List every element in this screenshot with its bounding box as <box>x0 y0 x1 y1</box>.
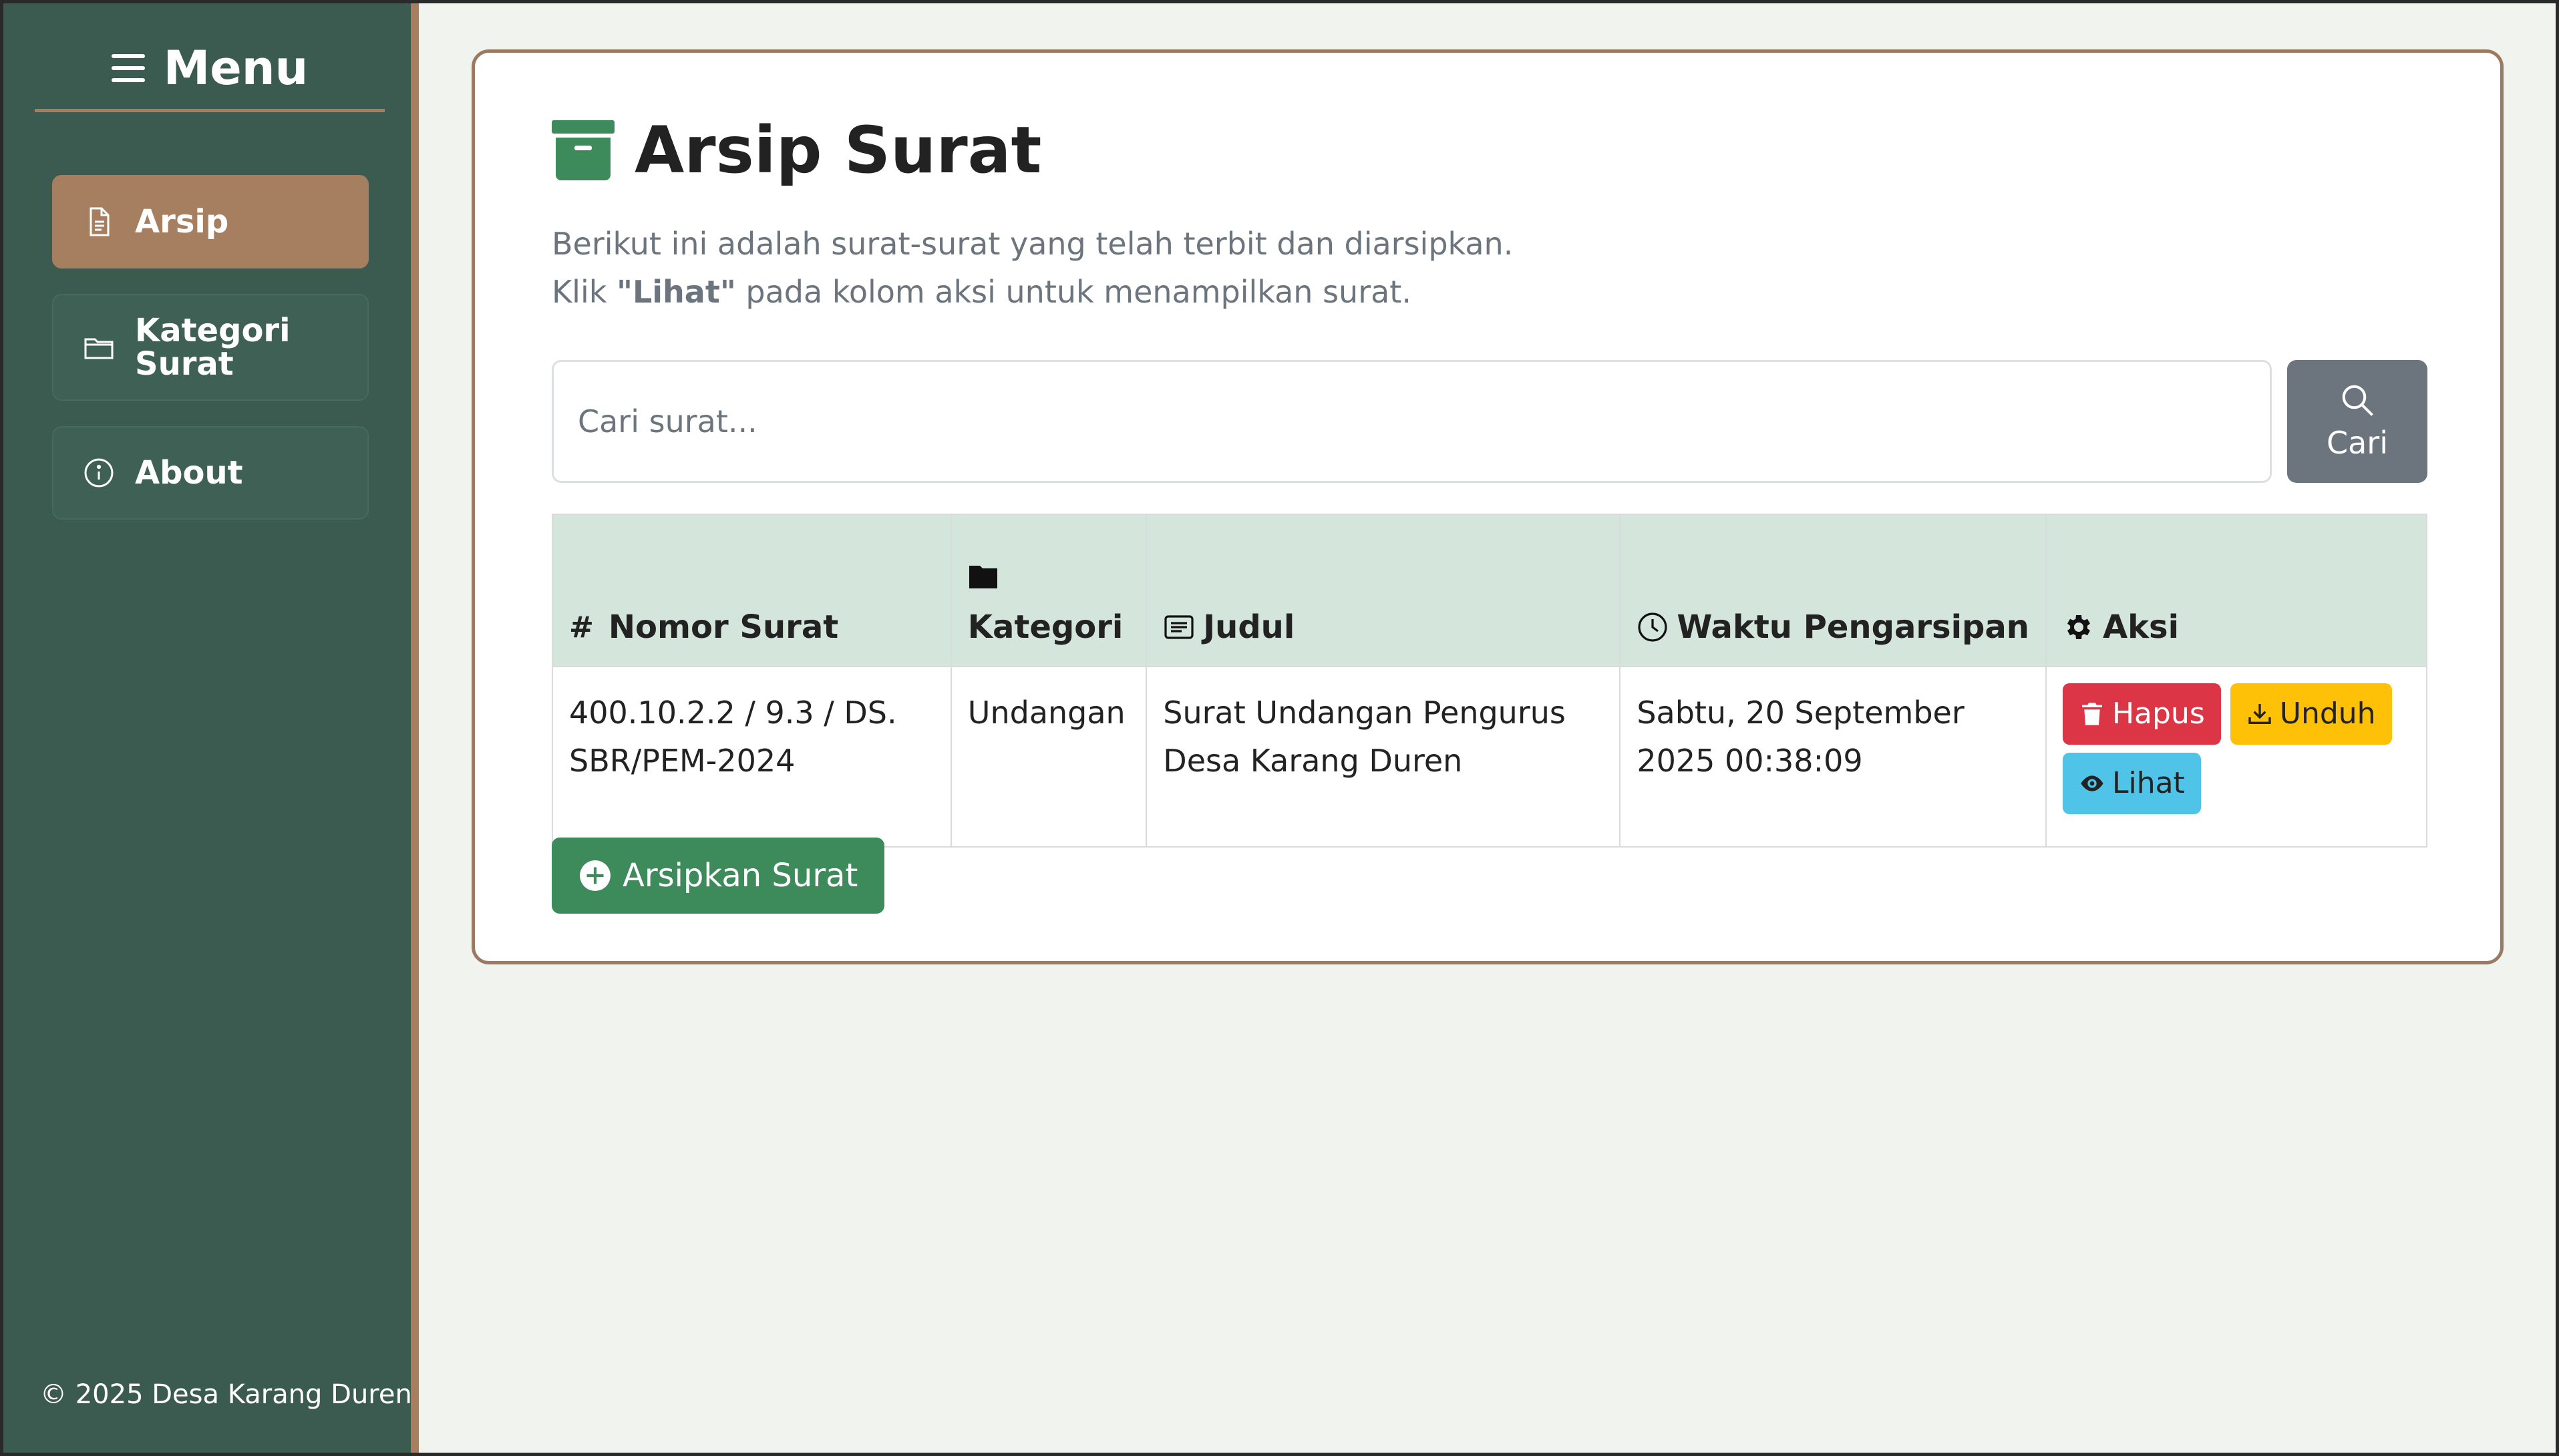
trash-icon <box>2081 703 2102 725</box>
hash-icon: # <box>569 610 594 645</box>
column-header-waktu: Waktu Pengarsipan <box>1619 514 2047 667</box>
view-button-label: Lihat <box>2111 766 2185 800</box>
column-header-nomor: # Nomor Surat <box>552 514 952 667</box>
eye-icon <box>2081 775 2103 791</box>
column-label: Nomor Surat <box>608 608 839 646</box>
plus-circle-icon <box>580 860 611 891</box>
cell-aksi: Hapus Unduh Lihat <box>2045 666 2428 848</box>
document-icon <box>90 207 110 236</box>
sidebar-item-label: Arsip <box>135 203 229 240</box>
archive-table: # Nomor Surat Kategori Judul Waktu Penga… <box>552 514 2428 848</box>
page-heading: Arsip Surat <box>552 113 1041 188</box>
sidebar-title: Menu <box>163 40 309 96</box>
cell-kategori: Undangan <box>950 666 1148 848</box>
download-button-label: Unduh <box>2279 697 2376 731</box>
column-label: Aksi <box>2102 608 2180 646</box>
clock-icon <box>1638 612 1667 642</box>
description-line-1: Berikut ini adalah surat-surat yang tela… <box>552 226 1514 262</box>
column-header-judul: Judul <box>1146 514 1621 667</box>
view-button[interactable]: Lihat <box>2062 753 2201 814</box>
description-text: pada kolom aksi untuk menampilkan surat. <box>735 274 1411 310</box>
gear-icon <box>2067 615 2090 639</box>
cell-judul: Surat Undangan Pengurus Desa Karang Dure… <box>1146 666 1621 848</box>
download-button[interactable]: Unduh <box>2230 683 2392 745</box>
description-text: Klik <box>552 274 617 310</box>
folder-icon <box>969 566 997 588</box>
column-label: Waktu Pengarsipan <box>1677 608 2029 646</box>
page-description: Berikut ini adalah surat-surat yang tela… <box>552 220 1513 316</box>
add-archive-button[interactable]: Arsipkan Surat <box>552 838 885 914</box>
sidebar: Menu Arsip Kategori Surat About © 2025 D… <box>0 0 419 1456</box>
table-row: 400.10.2.2 / 9.3 / DS. SBR/PEM-2024 Unda… <box>552 666 2428 848</box>
table-header-row: # Nomor Surat Kategori Judul Waktu Penga… <box>552 514 2428 667</box>
sidebar-item-label: About <box>135 454 243 492</box>
column-header-kategori: Kategori <box>950 514 1148 667</box>
sidebar-item-label: Kategori Surat <box>135 312 291 383</box>
sidebar-item-kategori-surat[interactable]: Kategori Surat <box>52 294 369 401</box>
search-icon <box>2342 385 2373 416</box>
page-title: Arsip Surat <box>635 113 1042 188</box>
main-card: Arsip Surat Berikut ini adalah surat-sur… <box>472 49 2504 964</box>
search-button-label: Cari <box>2327 425 2388 461</box>
search-button[interactable]: Cari <box>2287 360 2427 483</box>
download-icon <box>2248 704 2271 724</box>
sidebar-header: Menu <box>35 27 385 112</box>
description-line-2: Klik "Lihat" pada kolom aksi untuk menam… <box>552 268 1513 316</box>
info-icon <box>84 458 114 488</box>
search-input[interactable] <box>552 360 2272 483</box>
archive-icon <box>552 120 615 180</box>
cell-waktu: Sabtu, 20 September 2025 00:38:09 <box>1619 666 2047 848</box>
cell-nomor: 400.10.2.2 / 9.3 / DS. SBR/PEM-2024 <box>552 666 952 848</box>
text-card-icon <box>1164 615 1194 639</box>
column-label: Kategori <box>967 608 1124 646</box>
sidebar-item-arsip[interactable]: Arsip <box>52 175 369 268</box>
column-label: Judul <box>1203 608 1295 646</box>
folder-icon <box>84 338 114 359</box>
menu-icon <box>111 53 145 82</box>
sidebar-item-about[interactable]: About <box>52 426 369 520</box>
delete-button-label: Hapus <box>2111 697 2205 731</box>
description-bold: "Lihat" <box>617 274 736 310</box>
add-archive-button-label: Arsipkan Surat <box>623 857 858 894</box>
delete-button[interactable]: Hapus <box>2062 683 2221 745</box>
sidebar-footer: © 2025 Desa Karang Duren <box>40 1379 412 1410</box>
column-header-aksi: Aksi <box>2045 514 2428 667</box>
